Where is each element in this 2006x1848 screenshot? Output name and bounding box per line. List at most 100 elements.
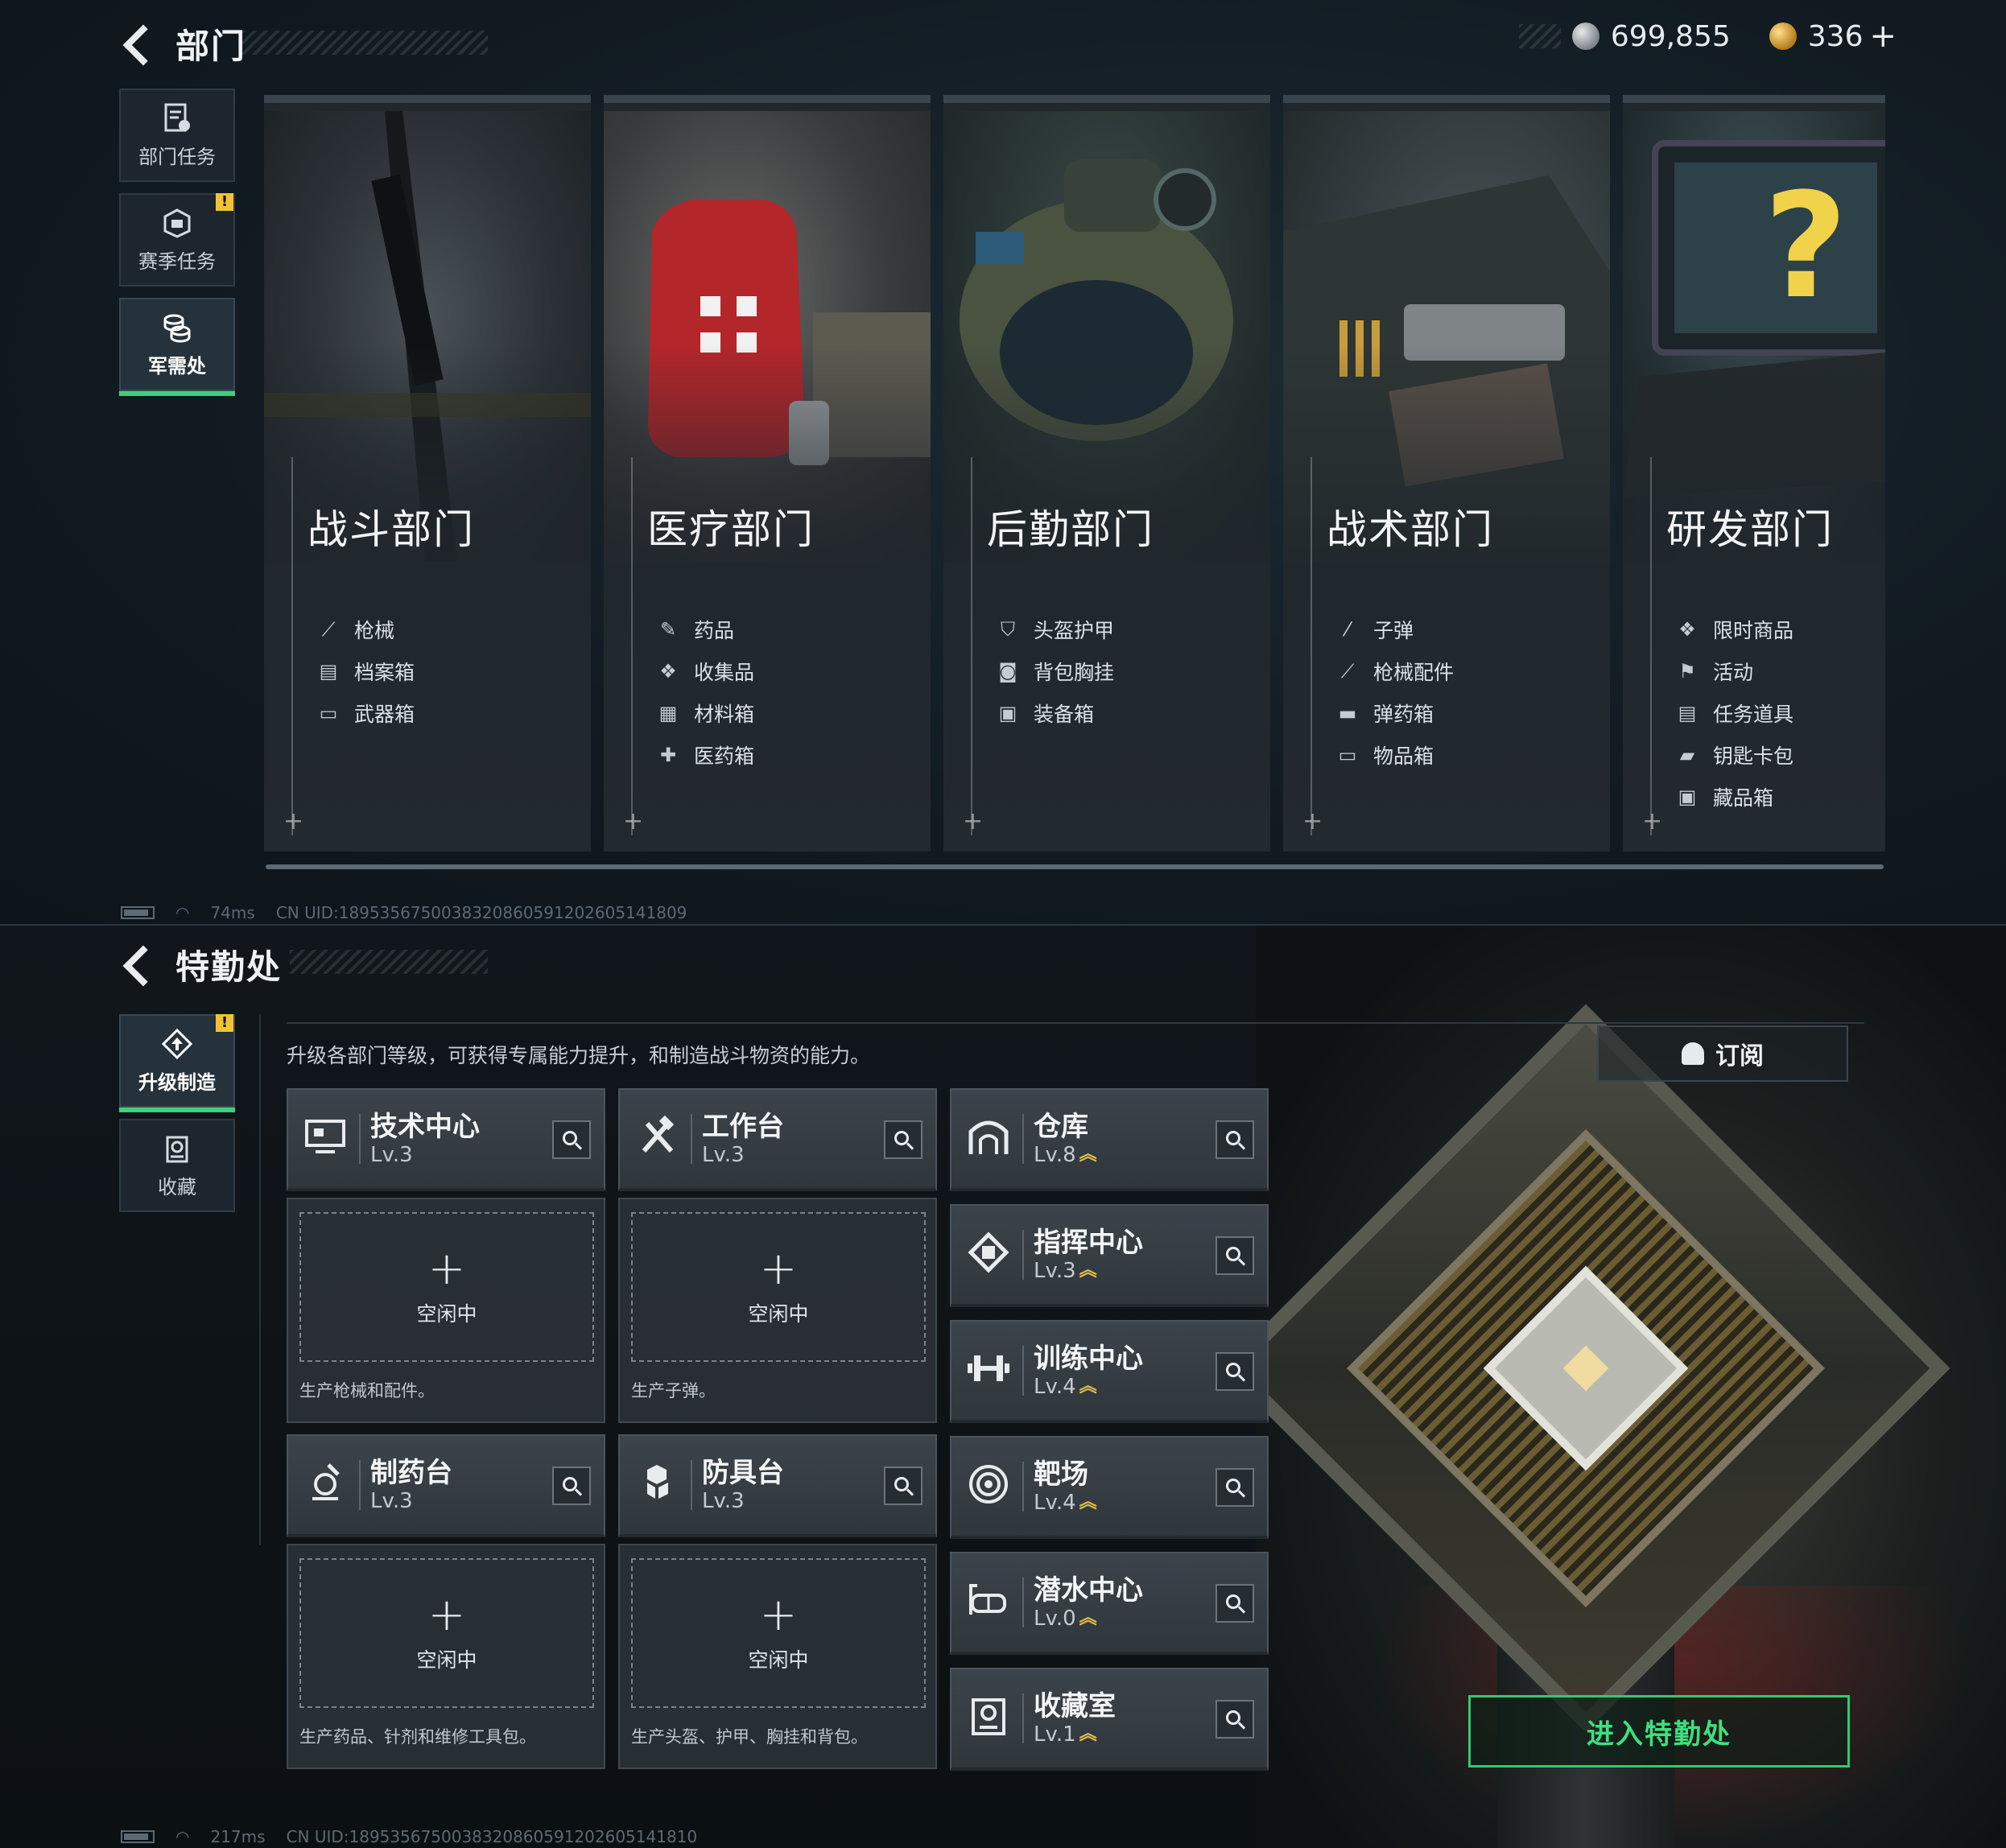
add-currency-button[interactable]: + xyxy=(1869,18,1897,55)
dept-item-label: 装备箱 xyxy=(1034,703,1095,726)
dept-item[interactable]: ▤ 任务道具 xyxy=(1674,692,1793,734)
dept-item[interactable]: ▤ 档案箱 xyxy=(316,650,415,692)
dept-item[interactable]: ⁄ 子弹 xyxy=(1335,608,1454,650)
facility-diving-center[interactable]: 潜水中心 Lv.0 ︽ xyxy=(950,1552,1269,1655)
facility-shooting-range[interactable]: 靶场 Lv.4 ︽ xyxy=(950,1436,1269,1539)
upgrade-icon xyxy=(161,1028,193,1060)
silver-amount: 699,855 xyxy=(1610,19,1731,53)
inspect-button[interactable] xyxy=(552,1466,591,1505)
dept-item-label: 枪械配件 xyxy=(1373,661,1455,684)
inspect-button[interactable] xyxy=(1216,1584,1254,1623)
currency-bar: 699,855 336 + xyxy=(1518,18,1897,55)
dept-card-tactical[interactable]: 战术部门 ⁄ 子弹 ⟋ 枪械配件 ▬ 弹药箱 ▭ 物品箱 + xyxy=(1283,95,1610,852)
nav-season-tasks[interactable]: ! 赛季任务 xyxy=(119,193,235,287)
craft-slot[interactable]: + 空闲中 xyxy=(631,1212,926,1362)
back-button[interactable] xyxy=(122,24,159,61)
dept-item[interactable]: ▰ 钥匙卡包 xyxy=(1674,734,1793,776)
craft-slot[interactable]: + 空闲中 xyxy=(631,1558,926,1708)
attachment-icon: ⟋ xyxy=(1340,660,1355,683)
page-title: 部门 xyxy=(175,27,247,66)
facility-tech-center[interactable]: 技术中心 Lv.3 xyxy=(287,1088,605,1191)
nav-quartermaster[interactable]: 军需处 xyxy=(119,298,235,396)
inspect-button[interactable] xyxy=(884,1120,923,1159)
nav-department-tasks[interactable]: 部门任务 xyxy=(119,89,235,182)
dept-item[interactable]: ⛉ 头盔护甲 xyxy=(995,608,1114,650)
icon-separator xyxy=(1022,1114,1024,1164)
dept-item[interactable]: ▭ 物品箱 xyxy=(1335,734,1454,776)
facility-name: 技术中心 xyxy=(370,1111,480,1143)
dept-item[interactable]: ✚ 医药箱 xyxy=(655,734,754,776)
dept-card-logistics[interactable]: 后勤部门 ⛉ 头盔护甲 ◙ 背包胸挂 ▣ 装备箱 + xyxy=(943,95,1270,852)
icon-separator xyxy=(359,1460,361,1510)
enter-special-ops-button[interactable]: 进入特勤处 xyxy=(1468,1695,1850,1768)
dept-item-label: 钥匙卡包 xyxy=(1713,745,1794,768)
facility-level: Lv.1 ︽ xyxy=(1034,1722,1097,1747)
search-icon xyxy=(1226,1247,1240,1261)
subscribe-button[interactable]: 订阅 xyxy=(1597,1025,1848,1082)
dept-item-label: 任务道具 xyxy=(1713,703,1794,726)
level-text: Lv.1 xyxy=(1034,1722,1076,1747)
horizontal-scrollbar[interactable] xyxy=(266,864,1884,869)
facility-warehouse[interactable]: 仓库 Lv.8 ︽ xyxy=(950,1088,1269,1191)
level-text: Lv.3 xyxy=(702,1489,745,1513)
dept-card-rnd[interactable]: ? 研发部门 ❖ 限时商品 ⚑ 活动 ▤ 任务道具 ▰ 钥匙卡包 ▣ 藏品箱 + xyxy=(1623,95,1885,852)
card-divider xyxy=(1311,457,1312,835)
facility-level: Lv.4 ︽ xyxy=(1034,1491,1097,1515)
facility-armor-bench[interactable]: 防具台 Lv.3 xyxy=(618,1434,937,1537)
search-icon xyxy=(894,1131,909,1145)
dept-item[interactable]: ⟋ 枪械 xyxy=(316,608,415,650)
dept-item[interactable]: ⚑ 活动 xyxy=(1674,650,1793,692)
facility-workbench[interactable]: 工作台 Lv.3 xyxy=(618,1088,937,1191)
ping-text: 217ms xyxy=(210,1827,266,1846)
plus-mark-icon: + xyxy=(1302,807,1323,835)
facility-pharmacy[interactable]: 制药台 Lv.3 xyxy=(287,1434,605,1537)
dept-item[interactable]: ▣ 装备箱 xyxy=(995,692,1114,734)
dept-item[interactable]: ✎ 药品 xyxy=(655,608,754,650)
level-text: Lv.4 xyxy=(1034,1491,1076,1515)
description-rule xyxy=(287,1022,1864,1024)
ping-text: 74ms xyxy=(210,903,255,922)
facility-command-center[interactable]: 指挥中心 Lv.3 ︽ xyxy=(950,1204,1269,1307)
inspect-button[interactable] xyxy=(1216,1700,1254,1739)
inspect-button[interactable] xyxy=(884,1466,923,1505)
upgrade-arrows-icon: ︽ xyxy=(1079,1260,1097,1281)
ammo-box-icon: ▬ xyxy=(1338,702,1357,724)
slot-status: 空闲中 xyxy=(748,1648,809,1672)
facility-collection-room[interactable]: 收藏室 Lv.1 ︽ xyxy=(950,1668,1269,1771)
icon-separator xyxy=(691,1114,692,1164)
dept-item[interactable]: ⟋ 枪械配件 xyxy=(1335,650,1454,692)
nav-label: 赛季任务 xyxy=(138,250,216,273)
level-text: Lv.4 xyxy=(1034,1375,1076,1399)
inspect-button[interactable] xyxy=(1216,1352,1254,1391)
silver-coin-icon xyxy=(1571,23,1599,50)
inspect-button[interactable] xyxy=(552,1120,591,1159)
plus-mark-icon: + xyxy=(283,807,304,835)
dept-item[interactable]: ▣ 藏品箱 xyxy=(1674,776,1793,818)
craft-slot[interactable]: + 空闲中 xyxy=(299,1212,594,1362)
search-icon xyxy=(1226,1363,1240,1377)
inspect-button[interactable] xyxy=(1216,1236,1254,1275)
inspect-button[interactable] xyxy=(1216,1468,1254,1507)
nav-collection[interactable]: 收藏 xyxy=(119,1119,235,1212)
add-icon: + xyxy=(759,1589,798,1641)
dept-item[interactable]: ▦ 材料箱 xyxy=(655,692,754,734)
inspect-button[interactable] xyxy=(1216,1120,1254,1159)
armor-bench-icon xyxy=(631,1457,683,1508)
currency-decoration xyxy=(1518,24,1561,48)
facility-training-center[interactable]: 训练中心 Lv.4 ︽ xyxy=(950,1320,1269,1423)
dept-item[interactable]: ❖ 限时商品 xyxy=(1674,608,1793,650)
back-button[interactable] xyxy=(122,945,159,982)
craft-slot[interactable]: + 空闲中 xyxy=(299,1558,594,1708)
dept-card-combat[interactable]: 战斗部门 ⟋ 枪械 ▤ 档案箱 ▭ 武器箱 + xyxy=(264,95,591,852)
upgrade-arrows-icon: ︽ xyxy=(1079,1492,1097,1512)
dept-item[interactable]: ◙ 背包胸挂 xyxy=(995,650,1114,692)
dept-item[interactable]: ❖ 收集品 xyxy=(655,650,754,692)
dept-card-medical[interactable]: 医疗部门 ✎ 药品 ❖ 收集品 ▦ 材料箱 ✚ 医药箱 + xyxy=(604,95,931,852)
dept-item[interactable]: ▭ 武器箱 xyxy=(316,692,415,734)
subscribe-label: 订阅 xyxy=(1715,1042,1764,1070)
add-icon: + xyxy=(427,1243,466,1295)
nav-upgrade-craft[interactable]: ! 升级制造 xyxy=(119,1014,235,1112)
dept-item[interactable]: ▬ 弹药箱 xyxy=(1335,692,1454,734)
rifle-icon: ⟋ xyxy=(321,618,336,641)
item-box-icon: ▭ xyxy=(1338,744,1357,766)
